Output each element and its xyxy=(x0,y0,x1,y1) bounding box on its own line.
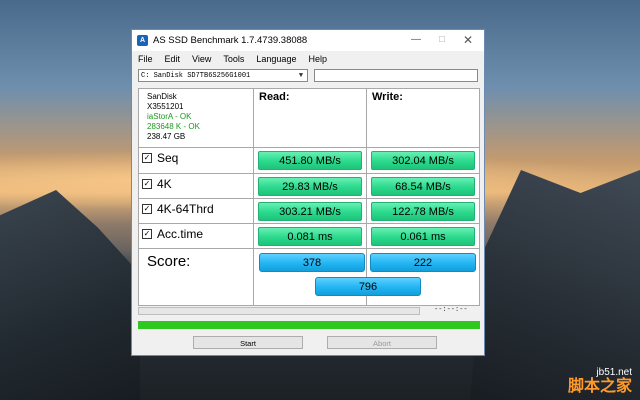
row-label: 4K-64Thrd xyxy=(157,202,214,216)
row-4k[interactable]: ✓ 4K xyxy=(142,177,172,191)
menu-language[interactable]: Language xyxy=(256,54,296,64)
drive-info-field[interactable] xyxy=(314,69,478,82)
total-progress-bar xyxy=(138,321,480,329)
menu-file[interactable]: File xyxy=(138,54,153,64)
driver-status: iaStorA - OK xyxy=(147,112,192,121)
grid-divider xyxy=(139,248,479,249)
row-seq[interactable]: ✓ Seq xyxy=(142,151,178,165)
4k-read-value: 29.83 MB/s xyxy=(258,177,362,196)
seq-read-value: 451.80 MB/s xyxy=(258,151,362,170)
acctime-write-value: 0.061 ms xyxy=(371,227,475,246)
menu-view[interactable]: View xyxy=(192,54,211,64)
title-bar[interactable]: A AS SSD Benchmark 1.7.4739.38088 — □ ✕ xyxy=(132,30,484,51)
grid-divider xyxy=(139,223,479,224)
seq-write-value: 302.04 MB/s xyxy=(371,151,475,170)
operation-progress-track xyxy=(138,307,420,315)
grid-divider xyxy=(139,147,479,148)
grid-divider xyxy=(139,198,479,199)
drive-select[interactable]: C: SanDisk SD7TB6S256G1001 ▼ xyxy=(138,69,308,82)
chevron-down-icon[interactable]: ▼ xyxy=(296,70,306,81)
minimize-button[interactable]: — xyxy=(404,32,428,48)
4k-write-value: 68.54 MB/s xyxy=(371,177,475,196)
drive-row: C: SanDisk SD7TB6S256G1001 ▼ xyxy=(138,69,480,83)
window-title: AS SSD Benchmark 1.7.4739.38088 xyxy=(153,35,308,46)
close-button[interactable]: ✕ xyxy=(456,32,480,48)
row-label: 4K xyxy=(157,177,172,191)
drive-model: SanDisk xyxy=(147,92,177,101)
score-write: 222 xyxy=(370,253,476,272)
checkbox-checked-icon[interactable]: ✓ xyxy=(142,229,152,239)
alignment-status: 283648 K - OK xyxy=(147,122,200,131)
menu-tools[interactable]: Tools xyxy=(223,54,244,64)
write-header: Write: xyxy=(372,91,403,103)
4k64-write-value: 122.78 MB/s xyxy=(371,202,475,221)
checkbox-checked-icon[interactable]: ✓ xyxy=(142,179,152,189)
score-label: Score: xyxy=(147,253,191,270)
drive-firmware: X3551201 xyxy=(147,102,184,111)
menu-help[interactable]: Help xyxy=(308,54,327,64)
maximize-button[interactable]: □ xyxy=(430,32,454,48)
read-header: Read: xyxy=(259,91,290,103)
row-label: Acc.time xyxy=(157,227,204,241)
background-rocks-left xyxy=(0,190,140,400)
grid-divider xyxy=(139,173,479,174)
acctime-read-value: 0.081 ms xyxy=(258,227,362,246)
row-acc-time[interactable]: ✓ Acc.time xyxy=(142,227,203,241)
4k64-read-value: 303.21 MB/s xyxy=(258,202,362,221)
watermark-name: 脚本之家 xyxy=(567,378,632,395)
drive-capacity: 238.47 GB xyxy=(147,132,186,141)
grid-divider xyxy=(366,89,367,305)
as-ssd-window: A AS SSD Benchmark 1.7.4739.38088 — □ ✕ … xyxy=(131,29,485,356)
elapsed-time: --:--:-- xyxy=(434,306,468,314)
row-label: Seq xyxy=(157,151,179,165)
menu-edit[interactable]: Edit xyxy=(165,54,181,64)
start-button[interactable]: Start xyxy=(193,336,303,349)
menu-bar: File Edit View Tools Language Help xyxy=(132,51,484,67)
abort-button[interactable]: Abort xyxy=(327,336,437,349)
drive-info: SanDisk X3551201 iaStorA - OK 283648 K -… xyxy=(147,92,200,142)
app-icon: A xyxy=(137,35,148,46)
grid-divider xyxy=(253,89,254,305)
checkbox-checked-icon[interactable]: ✓ xyxy=(142,153,152,163)
drive-select-value: C: SanDisk SD7TB6S256G1001 xyxy=(141,72,251,80)
checkbox-checked-icon[interactable]: ✓ xyxy=(142,204,152,214)
score-total: 796 xyxy=(315,277,421,296)
score-read: 378 xyxy=(259,253,365,272)
results-grid: SanDisk X3551201 iaStorA - OK 283648 K -… xyxy=(138,88,480,306)
row-4k-64thrd[interactable]: ✓ 4K-64Thrd xyxy=(142,202,214,216)
